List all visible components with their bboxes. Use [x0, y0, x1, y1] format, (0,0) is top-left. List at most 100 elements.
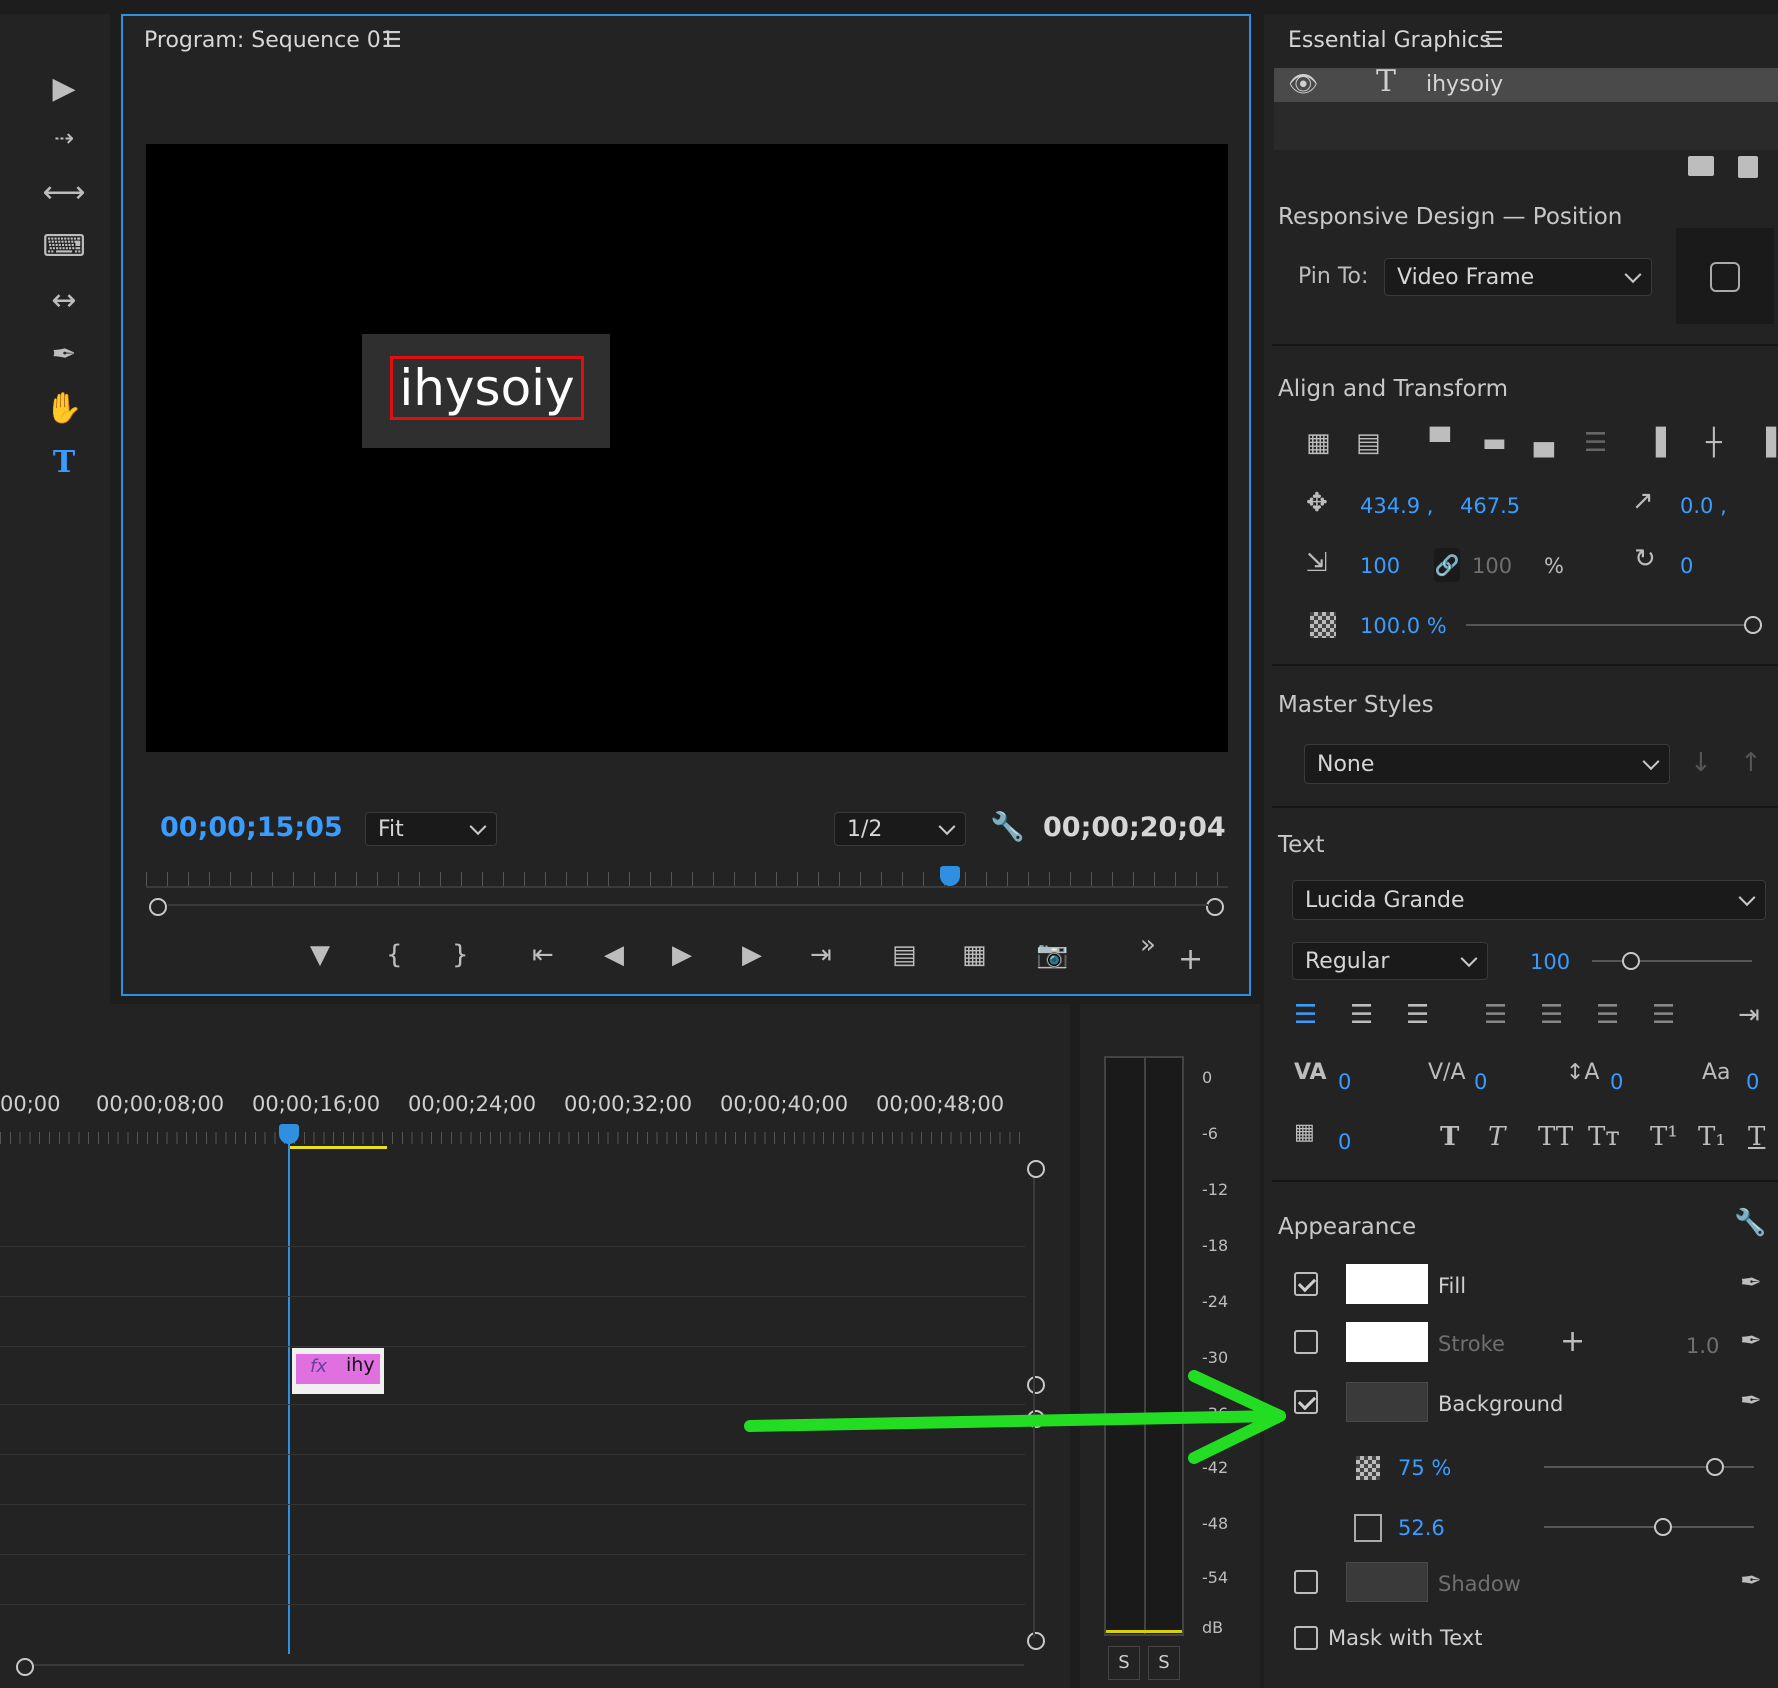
- lift-icon[interactable]: ▤: [892, 940, 917, 970]
- type-tool-icon[interactable]: T: [40, 440, 88, 484]
- underline-icon[interactable]: T: [1748, 1122, 1765, 1152]
- export-frame-icon[interactable]: 📷: [1036, 940, 1068, 970]
- solo-button-right[interactable]: S: [1148, 1646, 1180, 1680]
- opacity-slider[interactable]: [1466, 624, 1752, 626]
- font-dropdown[interactable]: Lucida Grande: [1292, 880, 1766, 920]
- small-caps-icon[interactable]: Tᴛ: [1588, 1122, 1620, 1152]
- faux-italic-icon[interactable]: T: [1488, 1122, 1505, 1152]
- align-text-left-icon[interactable]: ☰: [1294, 1000, 1317, 1030]
- bg-size-slider-knob[interactable]: [1654, 1518, 1672, 1536]
- bg-opacity-slider-knob[interactable]: [1706, 1458, 1724, 1476]
- stroke-checkbox[interactable]: [1294, 1330, 1318, 1354]
- align-middle-icon[interactable]: ▬: [1482, 428, 1507, 458]
- tsume-value[interactable]: 0: [1338, 1130, 1351, 1154]
- baseline-value[interactable]: 0: [1746, 1070, 1759, 1094]
- pen-tool-icon[interactable]: ✒: [40, 332, 88, 376]
- program-ruler[interactable]: [146, 886, 1228, 888]
- font-style-dropdown[interactable]: Regular: [1292, 942, 1488, 980]
- step-back-icon[interactable]: ◀: [604, 940, 624, 970]
- go-to-in-icon[interactable]: ⇤: [532, 940, 554, 970]
- align-text-center-icon[interactable]: ☰: [1350, 1000, 1373, 1030]
- stroke-color-swatch[interactable]: [1346, 1322, 1428, 1362]
- track-scroll-handle[interactable]: [1027, 1160, 1045, 1178]
- new-group-icon[interactable]: [1688, 156, 1714, 176]
- bg-opacity-value[interactable]: 75 %: [1398, 1456, 1451, 1480]
- scale-value[interactable]: 100: [1360, 554, 1400, 578]
- go-to-out-icon[interactable]: ⇥: [810, 940, 832, 970]
- zoom-start-handle[interactable]: [149, 898, 167, 916]
- appearance-wrench-icon[interactable]: 🔧: [1734, 1208, 1766, 1238]
- step-forward-icon[interactable]: ▶: [742, 940, 762, 970]
- justify-right-icon[interactable]: ☰: [1596, 1000, 1619, 1030]
- align-top-icon[interactable]: ▀: [1430, 428, 1450, 458]
- ripple-edit-tool-icon[interactable]: ⟷: [40, 170, 88, 214]
- visibility-eye-icon[interactable]: 👁: [1288, 70, 1318, 98]
- pin-to-dropdown[interactable]: Video Frame: [1384, 258, 1652, 296]
- horizontal-scroll-handle[interactable]: [16, 1658, 34, 1676]
- rotation-value[interactable]: 0: [1680, 554, 1693, 578]
- more-controls-icon[interactable]: »: [1140, 930, 1156, 960]
- kerning-value[interactable]: 0: [1338, 1070, 1351, 1094]
- selection-tool-icon[interactable]: ▶: [40, 66, 88, 110]
- leading-value[interactable]: 0: [1610, 1070, 1623, 1094]
- justify-all-icon[interactable]: ☰: [1652, 1000, 1675, 1030]
- program-menu-icon[interactable]: ☰: [382, 28, 402, 53]
- zoom-scrollbar[interactable]: [168, 904, 1208, 906]
- track-scroll-handle[interactable]: [1027, 1632, 1045, 1650]
- justify-center-icon[interactable]: ☰: [1540, 1000, 1563, 1030]
- playhead-handle[interactable]: [940, 866, 960, 886]
- extract-icon[interactable]: ▦: [962, 940, 987, 970]
- track-select-tool-icon[interactable]: ⇢: [40, 116, 88, 160]
- superscript-icon[interactable]: T¹: [1650, 1122, 1678, 1152]
- timeline-playhead-handle[interactable]: [279, 1124, 299, 1144]
- align-text-right-icon[interactable]: ☰: [1406, 1000, 1429, 1030]
- master-style-dropdown[interactable]: None: [1304, 744, 1670, 784]
- font-size-slider[interactable]: [1592, 960, 1752, 962]
- shadow-eyedropper-icon[interactable]: ✒: [1740, 1566, 1762, 1596]
- align-vertical-center-icon[interactable]: ▦: [1306, 428, 1331, 458]
- horizontal-scrollbar[interactable]: [34, 1664, 1024, 1666]
- solo-button-left[interactable]: S: [1108, 1646, 1140, 1680]
- current-timecode[interactable]: 00;00;15;05: [160, 812, 343, 843]
- align-center-icon[interactable]: ┼: [1706, 428, 1722, 458]
- mask-with-text-checkbox[interactable]: [1294, 1626, 1318, 1650]
- anchor-value[interactable]: 0.0 ,: [1680, 494, 1727, 518]
- shadow-checkbox[interactable]: [1294, 1570, 1318, 1594]
- tab-stops-icon[interactable]: ⇥: [1738, 1000, 1760, 1030]
- stroke-eyedropper-icon[interactable]: ✒: [1740, 1326, 1762, 1356]
- fit-dropdown[interactable]: Fit: [365, 812, 497, 846]
- distribute-vertical-icon[interactable]: ☰: [1584, 428, 1607, 458]
- all-caps-icon[interactable]: TT: [1538, 1122, 1573, 1152]
- push-style-icon[interactable]: ↓: [1690, 748, 1712, 778]
- graphic-text-layer[interactable]: ihysoiy: [390, 356, 584, 420]
- timeline-ruler-ticks[interactable]: [0, 1132, 1025, 1144]
- align-right-icon[interactable]: ▐: [1756, 428, 1776, 458]
- tracking-value[interactable]: 0: [1474, 1070, 1487, 1094]
- align-horizontal-center-icon[interactable]: ▤: [1356, 428, 1381, 458]
- zoom-end-handle[interactable]: [1206, 898, 1224, 916]
- opacity-slider-knob[interactable]: [1744, 616, 1762, 634]
- font-size-value[interactable]: 100: [1530, 950, 1570, 974]
- opacity-value[interactable]: 100.0 %: [1360, 614, 1447, 638]
- align-bottom-icon[interactable]: ▄: [1534, 428, 1554, 458]
- faux-bold-icon[interactable]: T: [1440, 1122, 1459, 1152]
- mark-out-icon[interactable]: }: [452, 940, 469, 970]
- play-icon[interactable]: ▶: [672, 940, 692, 970]
- position-x-value[interactable]: 434.9 ,: [1360, 494, 1433, 518]
- subscript-icon[interactable]: T₁: [1698, 1122, 1726, 1152]
- layer-row[interactable]: [1274, 68, 1778, 102]
- shadow-color-swatch[interactable]: [1346, 1562, 1428, 1602]
- mark-in-icon[interactable]: {: [386, 940, 403, 970]
- fill-color-swatch[interactable]: [1346, 1264, 1428, 1304]
- hand-tool-icon[interactable]: ✋: [40, 386, 88, 430]
- resolution-dropdown[interactable]: 1/2: [834, 812, 966, 846]
- slip-tool-icon[interactable]: ↔: [40, 278, 88, 322]
- add-marker-icon[interactable]: ▼: [310, 940, 330, 970]
- wrench-icon[interactable]: 🔧: [990, 810, 1025, 843]
- razor-tool-icon[interactable]: ⌨: [40, 224, 88, 268]
- justify-left-icon[interactable]: ☰: [1484, 1000, 1507, 1030]
- bg-size-slider[interactable]: [1544, 1526, 1754, 1528]
- font-size-slider-knob[interactable]: [1622, 952, 1640, 970]
- fill-checkbox[interactable]: [1294, 1272, 1318, 1296]
- fill-eyedropper-icon[interactable]: ✒: [1740, 1268, 1762, 1298]
